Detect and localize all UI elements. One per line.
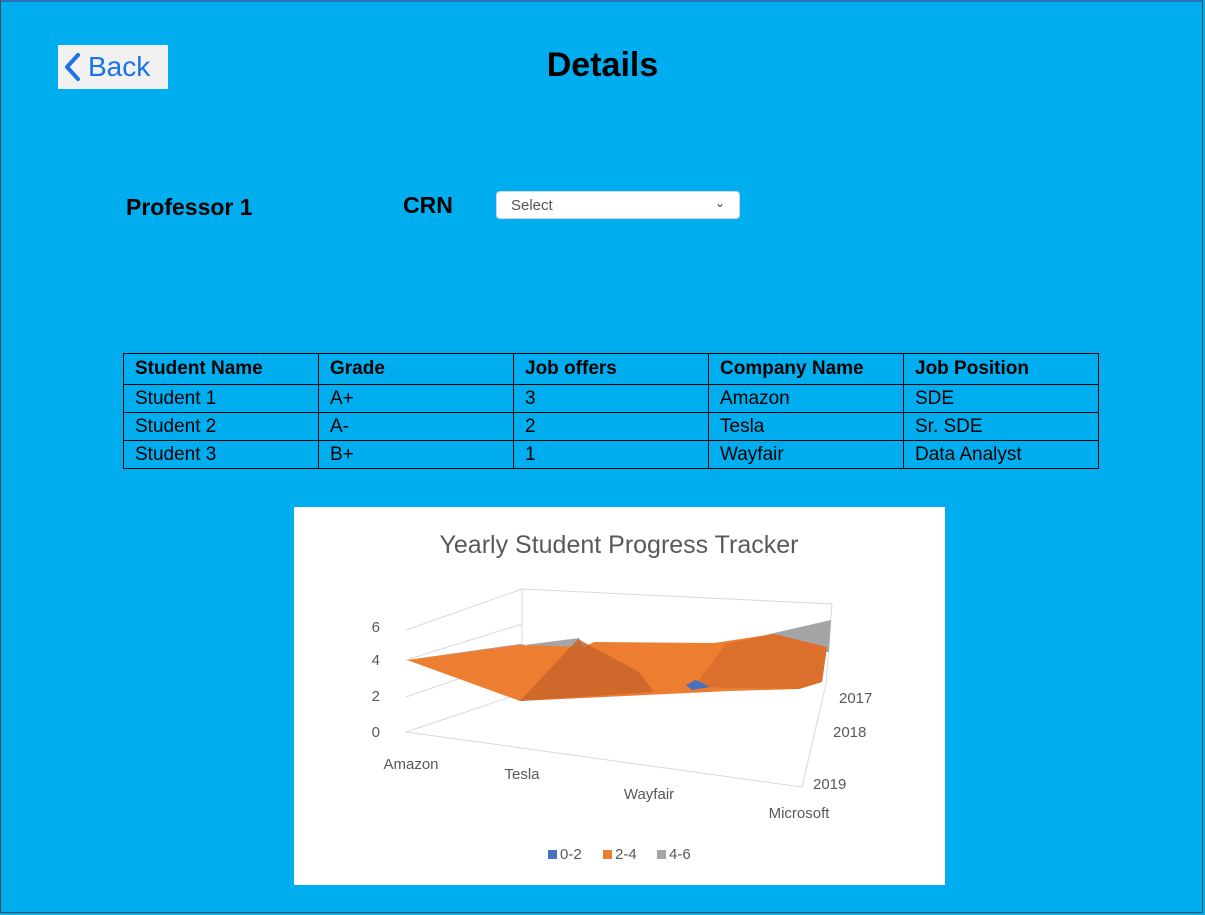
table-cell: 3 [513,384,709,413]
table-cell: Wayfair [708,440,904,469]
column-header: Grade [318,353,514,385]
x-tick-label: Microsoft [769,805,831,822]
crn-select[interactable]: Select ⌄ [496,191,740,219]
column-header: Company Name [708,353,904,385]
page-title: Details [546,46,659,84]
z-tick-label: 4 [372,652,380,669]
chart-title: Yearly Student Progress Tracker [440,531,799,559]
progress-chart: Yearly Student Progress Tracker 6 4 2 0 … [294,507,945,885]
table-cell: Student 1 [123,384,319,413]
table-cell: 1 [513,440,709,469]
table-cell: Student 2 [123,412,319,441]
legend-label: 2-4 [615,846,637,863]
z-tick-label: 6 [372,619,380,636]
table-header-row: Student Name Grade Job offers Company Na… [123,353,1099,385]
table-row: Student 2 A- 2 Tesla Sr. SDE [123,412,1099,441]
x-axis: Amazon Tesla Wayfair Microsoft [383,756,830,822]
z-axis: 6 4 2 0 [372,619,380,741]
y-tick-label: 2018 [833,724,866,741]
legend-label: 0-2 [560,846,582,863]
legend-swatch [603,850,612,859]
x-tick-label: Wayfair [624,786,674,803]
crn-select-value: Select [511,196,553,214]
table-cell: A+ [318,384,514,413]
y-tick-label: 2017 [839,690,872,707]
table-row: Student 3 B+ 1 Wayfair Data Analyst [123,440,1099,469]
chart-surface [407,620,831,701]
professor-label: Professor 1 [126,194,253,220]
students-table: Student Name Grade Job offers Company Na… [123,353,1099,469]
legend-label: 4-6 [669,846,691,863]
z-tick-label: 2 [372,688,380,705]
depth-axis: 2017 2018 2019 [813,690,872,793]
table-cell: A- [318,412,514,441]
legend-swatch [548,850,557,859]
chart-svg: Yearly Student Progress Tracker 6 4 2 0 … [372,531,873,863]
table-cell: Data Analyst [903,440,1099,469]
table-cell: SDE [903,384,1099,413]
surface-band-2-4-right [694,634,827,689]
table-cell: Sr. SDE [903,412,1099,441]
legend-swatch [657,850,666,859]
x-tick-label: Tesla [504,766,540,783]
chart-legend: 0-2 2-4 4-6 [548,846,691,863]
table-row: Student 1 A+ 3 Amazon SDE [123,384,1099,413]
table-cell: Tesla [708,412,904,441]
table-cell: 2 [513,412,709,441]
table-cell: B+ [318,440,514,469]
column-header: Student Name [123,353,319,385]
crn-label: CRN [403,192,453,218]
y-tick-label: 2019 [813,776,846,793]
column-header: Job Position [903,353,1099,385]
table-cell: Student 3 [123,440,319,469]
column-header: Job offers [513,353,709,385]
z-tick-label: 0 [372,724,380,741]
x-tick-label: Amazon [383,756,438,773]
table-cell: Amazon [708,384,904,413]
chevron-down-icon: ⌄ [714,196,725,210]
